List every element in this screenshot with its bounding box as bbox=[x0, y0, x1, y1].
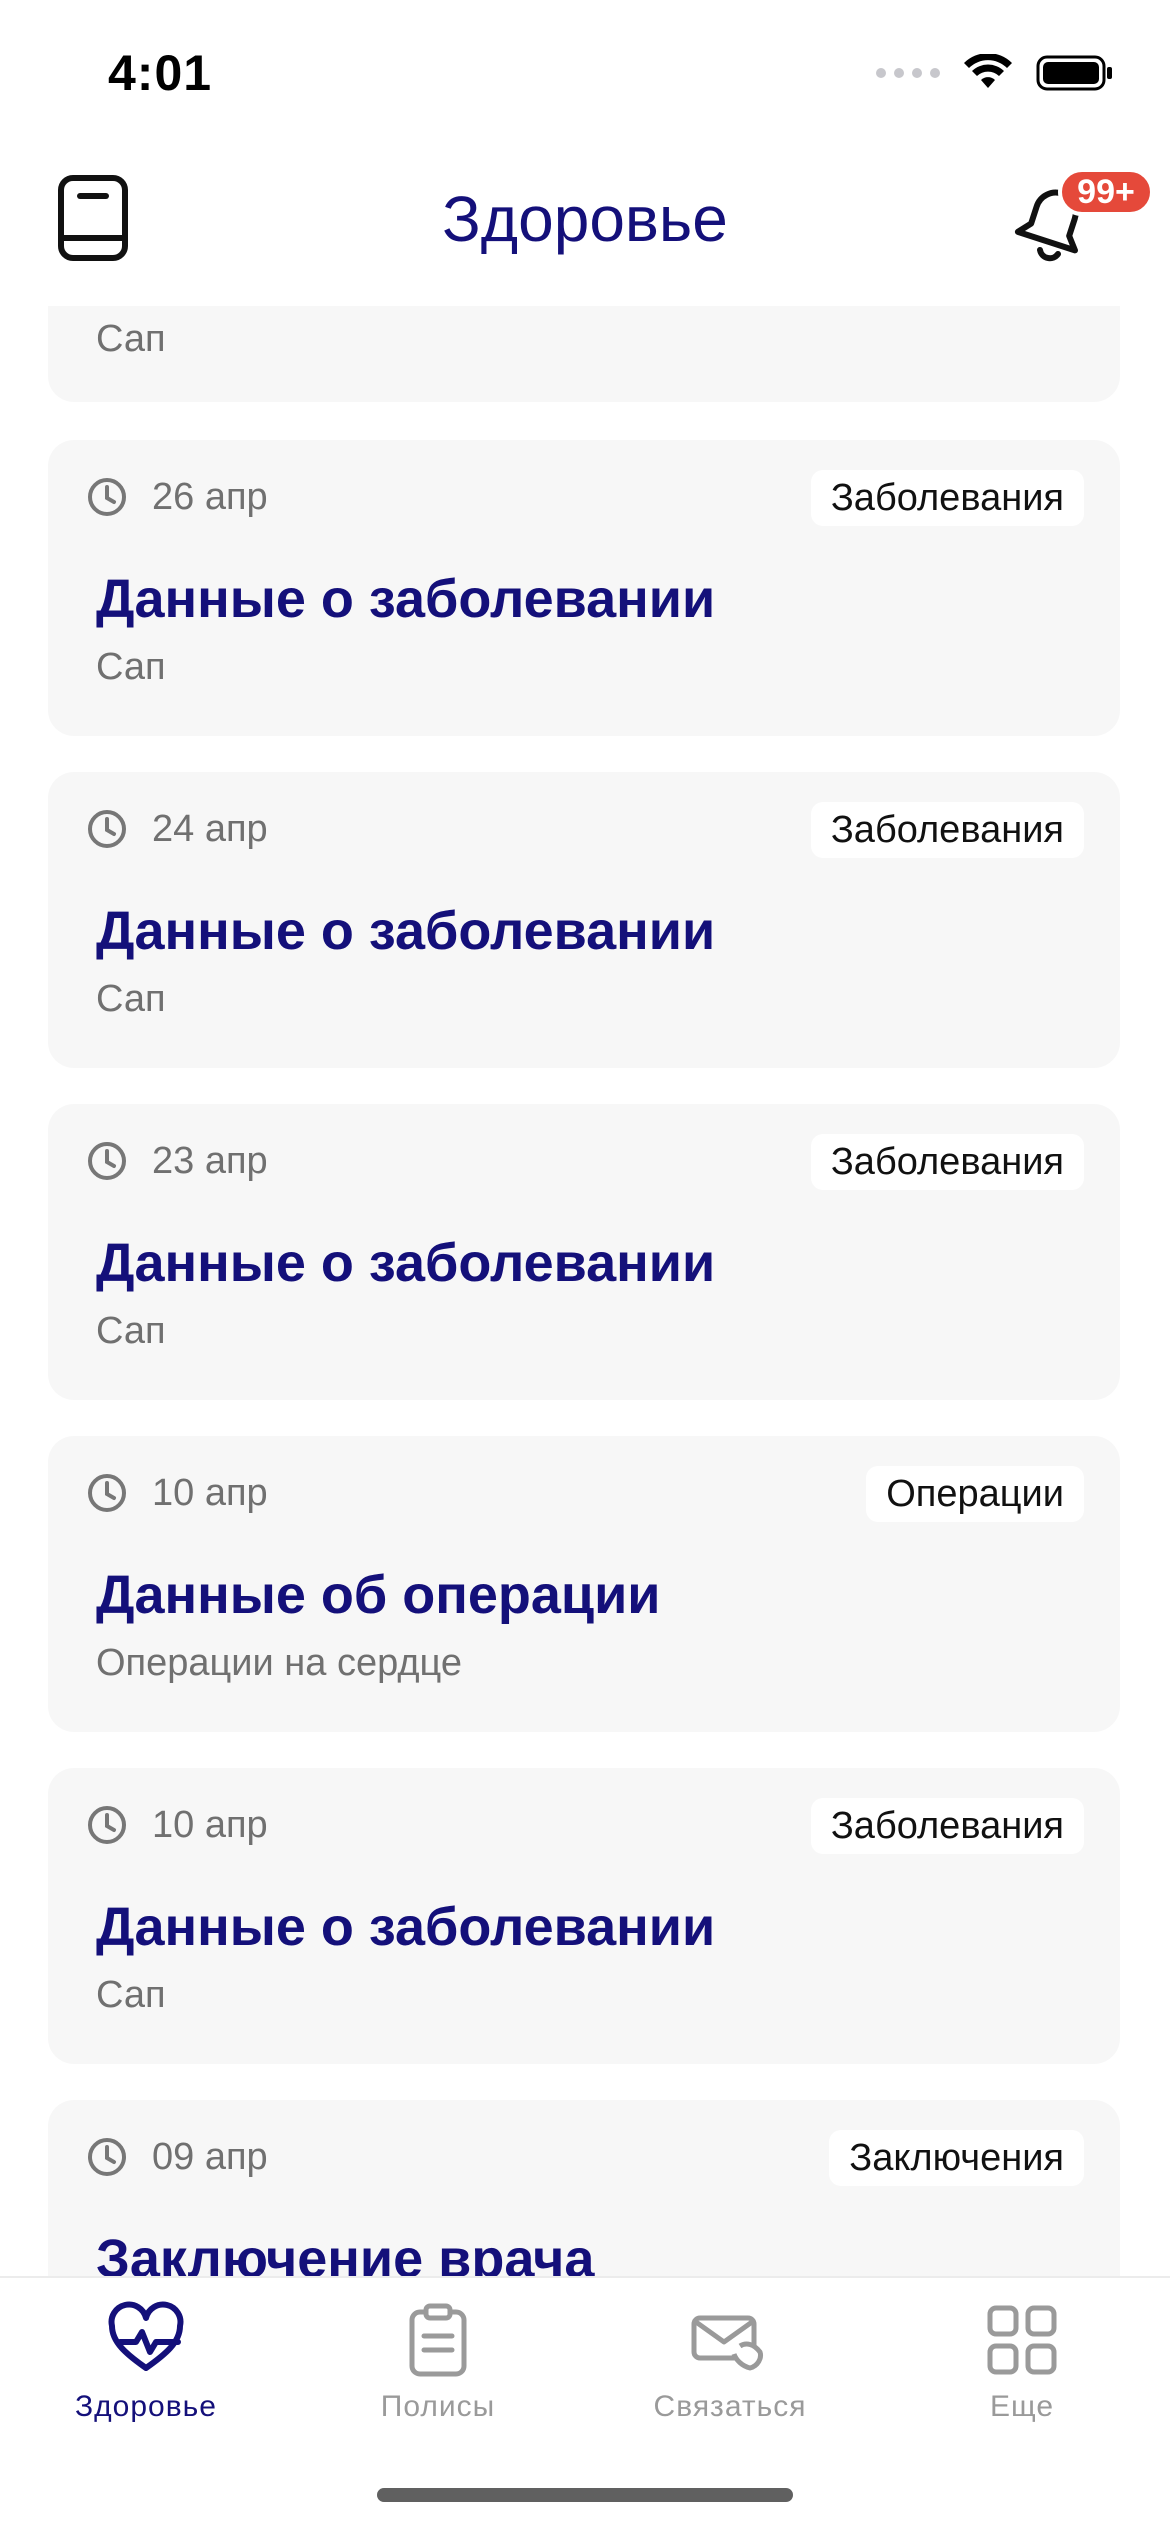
heart-pulse-icon bbox=[108, 2301, 184, 2371]
record-date: 10 апр bbox=[152, 1804, 268, 1846]
record-subtitle: Сап bbox=[96, 1974, 166, 2016]
home-indicator[interactable] bbox=[377, 2488, 793, 2502]
page-title: Здоровье bbox=[442, 183, 728, 255]
record-subtitle: Сап bbox=[96, 318, 166, 360]
record-subtitle: Сап bbox=[96, 646, 166, 688]
record-date: 23 апр bbox=[152, 1140, 268, 1182]
record-date: 09 апр bbox=[152, 2136, 268, 2178]
cellular-signal-icon bbox=[876, 68, 940, 78]
record-category-tag: Операции bbox=[866, 1466, 1084, 1522]
record-date: 10 апр bbox=[152, 1472, 268, 1514]
record-subtitle: Операции на сердце bbox=[96, 1642, 463, 1684]
record-card[interactable]: 10 апр Операции Данные об операции Опера… bbox=[48, 1436, 1120, 1732]
record-subtitle: Сап bbox=[96, 978, 166, 1020]
record-title: Данные о заболевании bbox=[96, 1897, 716, 1957]
record-category-tag: Заболевания bbox=[810, 1134, 1084, 1190]
record-card[interactable]: 26 апр Заболевания Данные о заболевании … bbox=[48, 440, 1120, 736]
record-date: 24 апр bbox=[152, 808, 268, 850]
notification-count-badge: 99+ bbox=[1058, 168, 1154, 216]
wifi-icon bbox=[964, 54, 1012, 88]
health-records-list: Сап 26 апр Заболевания Данные о заболева… bbox=[0, 306, 1170, 2276]
record-card[interactable]: 09 апр Заключения Заключение врача bbox=[48, 2100, 1120, 2276]
record-title: Данные о заболевании bbox=[96, 569, 716, 629]
record-title: Данные об операции bbox=[96, 1565, 661, 1625]
record-title: Данные о заболевании bbox=[96, 901, 716, 961]
record-card[interactable]: 24 апр Заболевания Данные о заболевании … bbox=[48, 772, 1120, 1068]
tab-label: Еще bbox=[989, 2390, 1055, 2423]
app-header: Здоровье 99+ bbox=[0, 150, 1170, 300]
clock-icon bbox=[88, 1474, 126, 1512]
record-category-tag: Заболевания bbox=[810, 1798, 1084, 1854]
clock-icon bbox=[88, 1806, 126, 1844]
tab-label: Здоровье bbox=[75, 2390, 217, 2423]
record-subtitle: Сап bbox=[96, 1310, 166, 1352]
record-category-tag: Заболевания bbox=[810, 802, 1084, 858]
battery-icon bbox=[1036, 55, 1112, 91]
clock-icon bbox=[88, 810, 126, 848]
record-title: Заключение врача bbox=[96, 2229, 595, 2276]
record-category-tag: Заключения bbox=[829, 2130, 1084, 2186]
tab-more[interactable]: Еще bbox=[876, 2278, 1168, 2468]
status-bar: 4:01 bbox=[0, 0, 1170, 150]
clock-icon bbox=[88, 2138, 126, 2176]
clock-icon bbox=[88, 478, 126, 516]
clock-icon bbox=[88, 1142, 126, 1180]
tab-label: Полисы bbox=[380, 2390, 496, 2423]
record-title: Данные о заболевании bbox=[96, 1233, 716, 1293]
clipboard-icon bbox=[409, 2303, 467, 2377]
tab-contact[interactable]: Связаться bbox=[584, 2278, 876, 2468]
envelope-phone-icon bbox=[691, 2315, 763, 2371]
tab-label: Связаться bbox=[653, 2390, 807, 2423]
tab-policies[interactable]: Полисы bbox=[292, 2278, 584, 2468]
grid-icon bbox=[987, 2305, 1057, 2375]
status-time: 4:01 bbox=[108, 45, 213, 101]
record-date: 26 апр bbox=[152, 476, 268, 518]
record-category-tag: Заболевания bbox=[810, 470, 1084, 526]
tab-health[interactable]: Здоровье bbox=[0, 2278, 292, 2468]
record-card[interactable]: 23 апр Заболевания Данные о заболевании … bbox=[48, 1104, 1120, 1400]
status-icons bbox=[876, 54, 1114, 92]
record-card[interactable]: 10 апр Заболевания Данные о заболевании … bbox=[48, 1768, 1120, 2064]
record-card[interactable]: Сап bbox=[48, 306, 1120, 402]
